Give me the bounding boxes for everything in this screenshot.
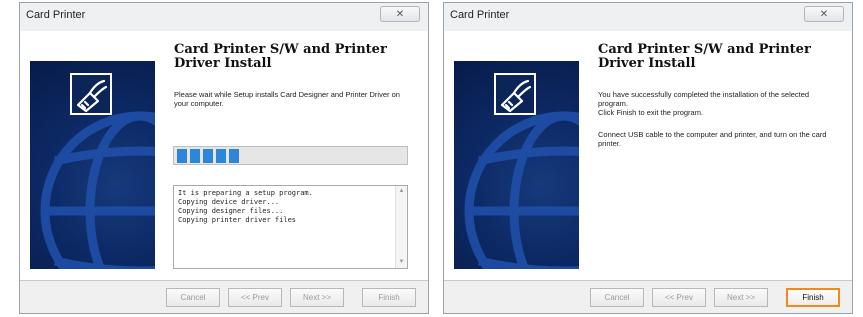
next-button[interactable]: Next >> (290, 288, 344, 307)
installer-window-complete: Card Printer ✕ Card Printer S/W and Prin… (443, 2, 853, 314)
log-line: Copying device driver... (178, 198, 280, 206)
installer-heading: Card Printer S/W and Printer Driver Inst… (174, 42, 387, 71)
printer-cable-icon (494, 73, 536, 115)
progress-segment (229, 149, 239, 163)
close-icon: ✕ (819, 9, 829, 20)
close-button[interactable]: ✕ (804, 6, 844, 22)
log-scrollbar[interactable]: ▲ ▼ (395, 186, 407, 268)
finish-button[interactable]: Finish (362, 288, 416, 307)
progress-bar (173, 146, 408, 165)
completion-message: You have successfully completed the inst… (598, 90, 838, 117)
installer-message: Please wait while Setup installs Card De… (174, 90, 400, 108)
window-title: Card Printer (450, 9, 510, 21)
progress-segment (216, 149, 226, 163)
progress-segment (190, 149, 200, 163)
banner-image (30, 61, 155, 269)
completion-line: Click Finish to exit the program. (598, 108, 704, 117)
log-line: It is preparing a setup program. (178, 189, 313, 197)
log-line: Copying designer files... (178, 207, 284, 215)
window-title: Card Printer (26, 9, 86, 21)
title-bar[interactable]: Card Printer ✕ (444, 3, 852, 31)
close-icon: ✕ (395, 9, 405, 20)
prev-button[interactable]: << Prev (228, 288, 282, 307)
prev-button[interactable]: << Prev (652, 288, 706, 307)
cancel-button[interactable]: Cancel (166, 288, 220, 307)
installer-content: Card Printer S/W and Printer Driver Inst… (20, 31, 428, 281)
cancel-button[interactable]: Cancel (590, 288, 644, 307)
progress-segment (203, 149, 213, 163)
completion-line: You have successfully completed the inst… (598, 90, 810, 108)
printer-cable-icon (70, 73, 112, 115)
progress-segment (177, 149, 187, 163)
title-bar[interactable]: Card Printer ✕ (20, 3, 428, 31)
scroll-up-icon[interactable]: ▲ (397, 187, 406, 196)
log-line: Copying printer driver files (178, 216, 297, 224)
installer-content: Card Printer S/W and Printer Driver Inst… (444, 31, 852, 281)
scroll-down-icon[interactable]: ▼ (397, 258, 406, 267)
install-log[interactable]: It is preparing a setup program. Copying… (173, 185, 408, 269)
close-button[interactable]: ✕ (380, 6, 420, 22)
installer-heading: Card Printer S/W and Printer Driver Inst… (598, 42, 811, 71)
usb-note: Connect USB cable to the computer and pr… (598, 130, 827, 148)
banner-image (454, 61, 579, 269)
finish-button[interactable]: Finish (786, 288, 840, 307)
installer-window-progress: Card Printer ✕ Card Printer S/W and Prin… (19, 2, 429, 314)
next-button[interactable]: Next >> (714, 288, 768, 307)
